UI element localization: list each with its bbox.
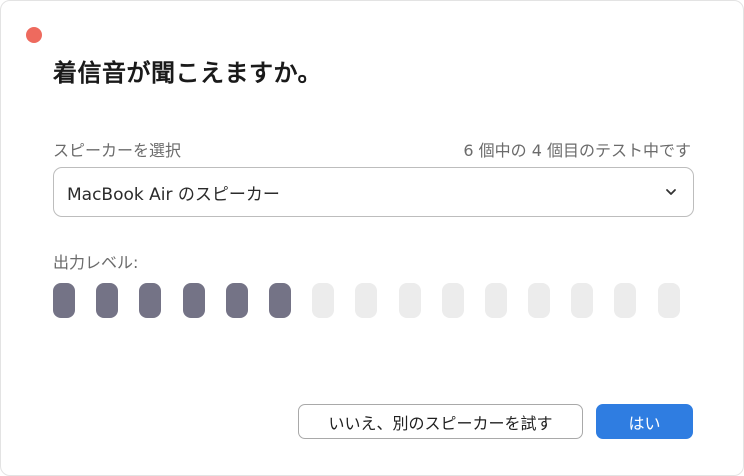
level-segment	[484, 283, 507, 318]
level-segment	[355, 283, 378, 318]
level-segment	[139, 283, 162, 318]
level-segment	[398, 283, 421, 318]
try-another-speaker-button[interactable]: いいえ、別のスピーカーを試す	[298, 404, 583, 439]
level-segment	[182, 283, 205, 318]
level-segment	[528, 283, 551, 318]
level-segment	[657, 283, 680, 318]
level-segment	[441, 283, 464, 318]
level-segment	[225, 283, 248, 318]
dialog-title: 着信音が聞こえますか。	[53, 59, 323, 87]
chevron-down-icon	[663, 184, 679, 200]
level-segment	[53, 283, 75, 318]
level-segment	[96, 283, 119, 318]
level-segment	[571, 283, 594, 318]
output-level-meter	[53, 283, 683, 319]
close-icon[interactable]	[26, 27, 42, 43]
speaker-select-label: スピーカーを選択	[53, 141, 182, 160]
output-level-label: 出力レベル:	[53, 253, 139, 272]
level-segment	[268, 283, 291, 318]
yes-button[interactable]: はい	[596, 404, 693, 439]
speaker-test-dialog: 着信音が聞こえますか。 スピーカーを選択 6 個中の 4 個目のテスト中です M…	[0, 0, 744, 476]
test-status-text: 6 個中の 4 個目のテスト中です	[463, 141, 691, 160]
speaker-select-value: MacBook Air のスピーカー	[67, 184, 280, 205]
level-segment	[614, 283, 637, 318]
level-segment	[312, 283, 335, 318]
speaker-select[interactable]: MacBook Air のスピーカー	[53, 167, 694, 217]
speaker-label-row: スピーカーを選択 6 個中の 4 個目のテスト中です	[53, 138, 691, 160]
